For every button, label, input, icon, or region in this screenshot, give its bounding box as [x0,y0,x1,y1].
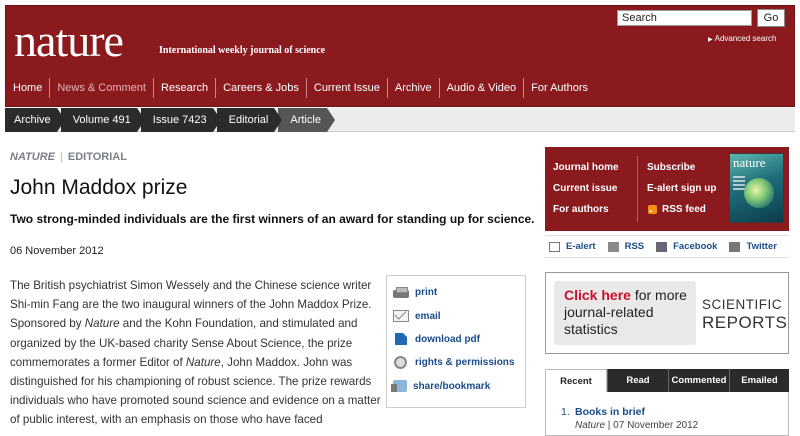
tab-read[interactable]: Read [607,369,668,393]
tab-recent[interactable]: Recent [545,369,607,393]
tool-share-bookmark[interactable]: share/bookmark [391,380,491,392]
nav-news-comment[interactable]: News & Comment [49,78,153,98]
breadcrumb-volume[interactable]: Volume 491 [60,108,145,132]
social-twitter-label: Twitter [746,241,777,252]
ad-brand-line1: SCIENTIFIC [702,297,783,312]
nav-archive[interactable]: Archive [386,78,439,98]
popular-tabs: Recent Read Commented Emailed [545,369,789,393]
nav-home[interactable]: Home [6,78,49,98]
tool-pdf-label: download pdf [415,333,480,345]
nav-research[interactable]: Research [152,78,215,98]
tool-download-pdf[interactable]: download pdf [393,333,480,345]
divider [637,156,638,222]
cover-artwork [744,178,774,208]
nav-careers-jobs[interactable]: Careers & Jobs [215,78,306,98]
journal-cover-image[interactable]: nature [729,153,784,223]
rss-icon [648,205,657,214]
twitter-icon [729,241,741,252]
social-ealert[interactable]: E-alert [549,241,596,252]
body-journal-name: Nature [185,355,221,369]
pdf-icon [395,333,407,345]
social-rss[interactable]: RSS [607,241,645,252]
advanced-search-link[interactable]: ▶ Advanced search [708,34,776,43]
recent-list: 1. Books in brief Nature | 07 November 2… [545,392,789,436]
tool-email[interactable]: email [393,310,441,322]
nav-audio-video[interactable]: Audio & Video [438,78,524,98]
nav-for-authors[interactable]: For Authors [523,78,595,98]
scientific-reports-ad[interactable]: Click here for more journal-related stat… [545,272,789,354]
facebook-icon [656,241,668,252]
rss-feed-link[interactable]: RSS feed [662,204,706,215]
meta-separator: | [60,151,63,163]
tab-commented[interactable]: Commented [668,369,729,393]
rights-icon [394,356,407,369]
rss-icon [607,241,619,252]
article-body: The British psychiatrist Simon Wessely a… [10,276,382,430]
search-input[interactable] [617,10,752,26]
nav-current-issue[interactable]: Current Issue [305,78,387,98]
social-twitter[interactable]: Twitter [729,241,777,252]
tool-print-label: print [415,287,438,298]
breadcrumb-archive[interactable]: Archive [5,108,65,132]
article-date: 06 November 2012 [10,245,104,257]
envelope-icon [549,241,560,252]
tool-print[interactable]: print [393,286,438,298]
breadcrumb: Archive Volume 491 Issue 7423 Editorial … [5,108,795,132]
printer-icon [393,286,409,298]
site-tagline: International weekly journal of science [159,45,326,56]
article-standfirst: Two strong-minded individuals are the fi… [10,212,535,226]
ad-click-here[interactable]: Click here [564,287,631,303]
social-ealert-label: E-alert [566,241,596,252]
cover-text-lines [733,176,745,190]
share-icon [391,380,407,392]
arrow-right-icon: ▶ [708,37,713,43]
body-journal-name: Nature [84,317,120,331]
page-title: John Maddox prize [10,176,188,199]
recent-item-title[interactable]: Books in brief [575,406,645,418]
article-journal: NATURE [10,151,56,163]
recent-item-journal: Nature [575,420,606,431]
main-nav: Home News & Comment Research Careers & J… [6,78,595,98]
breadcrumb-editorial[interactable]: Editorial [216,108,283,132]
subscribe-link[interactable]: Subscribe [647,162,695,173]
social-facebook-label: Facebook [673,241,718,252]
tab-emailed[interactable]: Emailed [729,369,789,393]
current-issue-link[interactable]: Current issue [553,183,617,194]
social-links: E-alert RSS Facebook Twitter [545,235,789,258]
social-rss-label: RSS [624,241,645,252]
tool-email-label: email [415,310,441,322]
for-authors-link[interactable]: For authors [553,204,609,215]
article-meta: NATURE | EDITORIAL [10,151,127,163]
article-tools: print email download pdf rights & permis… [386,275,526,408]
recent-item-date: | 07 November 2012 [605,420,699,431]
breadcrumb-issue[interactable]: Issue 7423 [140,108,221,132]
ealert-signup-link[interactable]: E-alert sign up [647,183,716,194]
tool-share-label: share/bookmark [413,380,491,392]
social-facebook[interactable]: Facebook [656,241,717,252]
breadcrumb-article: Article [278,108,335,132]
ad-brand-line2: REPORTS [702,313,788,332]
nature-logo[interactable]: nature [14,18,124,64]
ad-message-panel: Click here for more journal-related stat… [554,281,696,345]
tool-rights-permissions[interactable]: rights & permissions [393,356,514,369]
tool-rights-label: rights & permissions [415,357,515,368]
list-item-number: 1. [561,406,570,418]
cover-title: nature [733,155,766,170]
article-section[interactable]: EDITORIAL [68,151,127,163]
search-go-button[interactable]: Go [757,9,785,27]
journal-home-link[interactable]: Journal home [553,162,619,173]
advanced-search-label: Advanced search [714,34,777,43]
recent-item-meta: Nature | 07 November 2012 [575,420,698,431]
ad-message: Click here for more journal-related stat… [564,287,692,338]
envelope-icon [393,310,409,322]
